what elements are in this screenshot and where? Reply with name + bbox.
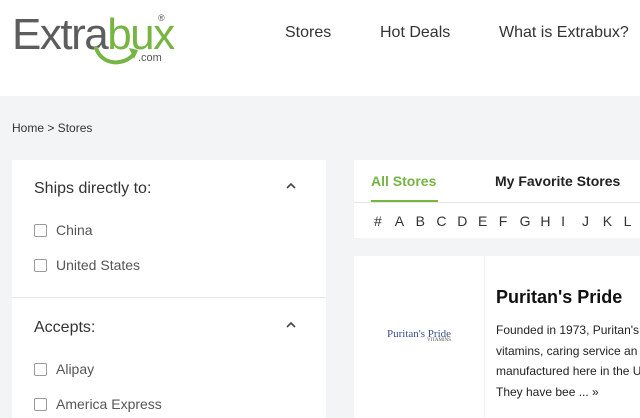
- letter-filter-b[interactable]: B: [416, 213, 437, 229]
- letter-filter-g[interactable]: G: [520, 213, 541, 229]
- nav-hot-deals[interactable]: Hot Deals: [380, 24, 450, 42]
- filter-option-label: America Express: [56, 396, 162, 412]
- letter-filter-k[interactable]: K: [603, 213, 624, 229]
- tab-all-stores[interactable]: All Stores: [371, 173, 436, 189]
- checkbox[interactable]: [34, 397, 47, 411]
- filter-option-united-states[interactable]: United States: [34, 257, 140, 273]
- letter-filter-d[interactable]: D: [457, 213, 478, 229]
- nav-stores[interactable]: Stores: [285, 24, 331, 42]
- nav-what-is-extrabux[interactable]: What is Extrabux?: [499, 24, 629, 42]
- breadcrumb[interactable]: Home > Stores: [12, 121, 92, 135]
- read-more-link[interactable]: They have bee ... »: [496, 382, 640, 403]
- filter-option-label: China: [56, 222, 93, 238]
- letter-filter-h[interactable]: H: [540, 213, 561, 229]
- filter-title-ships-to: Ships directly to:: [34, 180, 152, 197]
- letter-filter-l[interactable]: L: [624, 213, 640, 229]
- filter-option-label: United States: [56, 257, 141, 273]
- letter-filter-e[interactable]: E: [478, 213, 499, 229]
- store-logo-area[interactable]: Puritan's Pride VITAMINS: [354, 256, 485, 418]
- filter-divider: [12, 297, 326, 298]
- filter-title-accepts: Accepts:: [34, 319, 96, 336]
- puritans-pride-logo: Puritan's Pride VITAMINS: [387, 328, 452, 343]
- checkbox[interactable]: [34, 223, 47, 237]
- stores-panel: All Stores My Favorite Stores # A B C D E F G H I…: [354, 160, 640, 238]
- checkbox[interactable]: [34, 258, 47, 272]
- store-title[interactable]: Puritan's Pride: [496, 287, 622, 308]
- letter-filter-f[interactable]: F: [499, 213, 520, 229]
- filter-option-label: Alipay: [56, 361, 95, 377]
- active-tab-indicator: [371, 200, 438, 202]
- filter-option-alipay[interactable]: Alipay: [34, 361, 94, 377]
- alphabet-filter: #ABCDEFGHIJKLM: [374, 213, 640, 229]
- tab-my-favorite-stores[interactable]: My Favorite Stores: [495, 173, 620, 189]
- letter-filter-i[interactable]: I: [561, 213, 582, 229]
- filter-option-china[interactable]: China: [34, 222, 93, 238]
- logo-suffix: .com: [138, 52, 162, 64]
- store-description: Founded in 1973, Puritan's vitamins, car…: [496, 320, 640, 402]
- chevron-up-icon[interactable]: [285, 182, 297, 190]
- store-card[interactable]: Puritan's Pride VITAMINS Puritan's Pride…: [354, 256, 640, 418]
- site-header: Extrabux ® .com Stores Hot Deals What is…: [0, 0, 640, 96]
- chevron-up-icon[interactable]: [285, 321, 297, 329]
- swoosh-arrow-icon: [94, 46, 138, 65]
- letter-filter-j[interactable]: J: [582, 213, 603, 229]
- tab-divider: [354, 202, 640, 203]
- filter-sidebar: Ships directly to: China United States A…: [12, 160, 326, 418]
- letter-filter-a[interactable]: A: [395, 213, 416, 229]
- letter-filter-hash[interactable]: #: [374, 213, 395, 229]
- extrabux-logo[interactable]: Extrabux ® .com: [12, 10, 175, 68]
- filter-option-america-express[interactable]: America Express: [34, 396, 162, 412]
- letter-filter-c[interactable]: C: [436, 213, 457, 229]
- registered-mark: ®: [158, 13, 165, 23]
- checkbox[interactable]: [34, 362, 47, 376]
